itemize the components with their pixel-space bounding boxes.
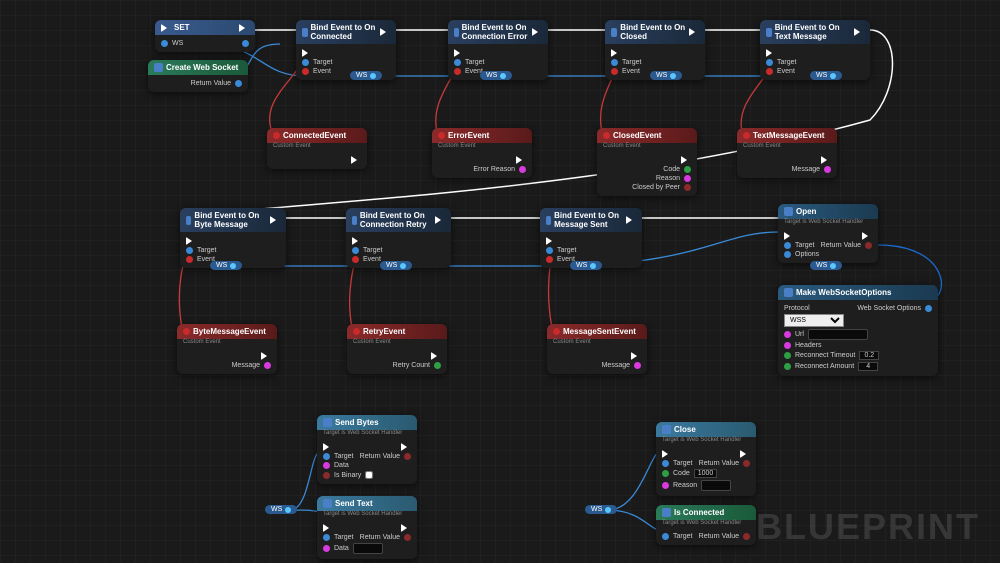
- func-icon: [662, 425, 671, 434]
- bind-icon: [454, 28, 459, 37]
- reconnect-timeout-value[interactable]: 0.2: [859, 351, 879, 360]
- bind-icon: [186, 216, 191, 225]
- bind-icon: [766, 28, 772, 37]
- node-set[interactable]: SET WS: [155, 20, 255, 52]
- node-close[interactable]: Close Target is Web Socket Handler Targe…: [656, 422, 756, 496]
- close-code-value[interactable]: 1000: [694, 469, 718, 478]
- ws-reroute[interactable]: WS: [650, 71, 682, 80]
- bind-icon: [302, 28, 308, 37]
- ws-reroute[interactable]: WS: [810, 261, 842, 270]
- ws-reroute[interactable]: WS: [480, 71, 512, 80]
- node-make-websocketoptions[interactable]: Make WebSocketOptions ProtocolWeb Socket…: [778, 285, 938, 376]
- node-isconnected[interactable]: Is Connected Target is Web Socket Handle…: [656, 505, 756, 545]
- node-bind-onconnectionretry[interactable]: Bind Event to On Connection Retry Target…: [346, 208, 451, 268]
- node-errorevent[interactable]: ErrorEvent Custom Event Error Reason: [432, 128, 532, 178]
- reconnect-amount-value[interactable]: 4: [858, 362, 878, 371]
- func-icon: [154, 63, 163, 72]
- isbinary-checkbox[interactable]: [365, 471, 373, 479]
- bind-icon: [546, 216, 551, 225]
- node-textmessageevent[interactable]: TextMessageEvent Custom Event Message: [737, 128, 837, 178]
- ws-reroute[interactable]: WS: [810, 71, 842, 80]
- protocol-select[interactable]: WSS: [784, 314, 844, 327]
- bind-icon: [611, 28, 617, 37]
- url-input[interactable]: [808, 329, 868, 340]
- sendtext-data-input[interactable]: [353, 543, 383, 554]
- node-messagesentevent[interactable]: MessageSentEvent Custom Event Message: [547, 324, 647, 374]
- ws-reroute[interactable]: WS: [570, 261, 602, 270]
- node-closedevent[interactable]: ClosedEvent Custom Event Code Reason Clo…: [597, 128, 697, 196]
- set-title: SET: [174, 23, 190, 32]
- ws-reroute[interactable]: WS: [265, 505, 297, 514]
- func-icon: [323, 499, 332, 508]
- node-sendbytes[interactable]: Send Bytes Target is Web Socket Handler …: [317, 415, 417, 484]
- node-bind-onconnected[interactable]: Bind Event to On Connected Target Event: [296, 20, 396, 80]
- ws-reroute[interactable]: WS: [210, 261, 242, 270]
- ws-reroute[interactable]: WS: [380, 261, 412, 270]
- ws-reroute[interactable]: WS: [350, 71, 382, 80]
- node-bind-onmessagesent[interactable]: Bind Event to On Message Sent Target Eve…: [540, 208, 642, 268]
- bind-icon: [352, 216, 357, 225]
- node-bytemessageevent[interactable]: ByteMessageEvent Custom Event Message: [177, 324, 277, 374]
- node-create-websocket[interactable]: Create Web Socket Return Value: [148, 60, 248, 92]
- node-open[interactable]: Open Target is Web Socket Handler Target…: [778, 204, 878, 263]
- ws-reroute[interactable]: WS: [585, 505, 617, 514]
- close-reason-input[interactable]: [701, 480, 731, 491]
- func-icon: [784, 207, 793, 216]
- func-icon: [323, 418, 332, 427]
- make-icon: [784, 288, 793, 297]
- watermark: BLUEPRINT: [756, 506, 980, 548]
- node-sendtext[interactable]: Send Text Target is Web Socket Handler T…: [317, 496, 417, 559]
- node-connectedevent[interactable]: ConnectedEvent Custom Event: [267, 128, 367, 169]
- func-icon: [662, 508, 671, 517]
- node-bind-onbytemessage[interactable]: Bind Event to On Byte Message Target Eve…: [180, 208, 286, 268]
- node-retryevent[interactable]: RetryEvent Custom Event Retry Count: [347, 324, 447, 374]
